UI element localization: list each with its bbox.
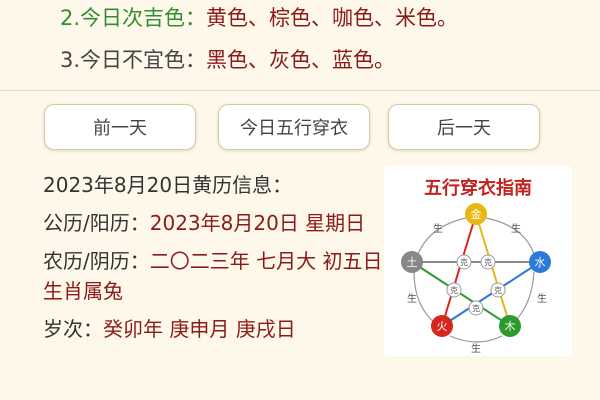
lucky-color-label: 2.今日次吉色：: [60, 6, 207, 30]
sheng-label-3: 生: [471, 342, 481, 355]
next-day-button[interactable]: 后一天: [388, 104, 540, 150]
gregorian-value: 2023年8月20日 星期日: [149, 211, 366, 235]
sheng-label-1: 生: [511, 222, 521, 235]
almanac-title: 2023年8月20日黄历信息：: [43, 173, 293, 197]
prev-day-button[interactable]: 前一天: [44, 104, 196, 150]
unlucky-color-value: 黑色、灰色、蓝色。: [206, 48, 396, 72]
water-node-label: 水: [535, 256, 546, 269]
wood-node-label: 木: [505, 320, 516, 333]
lucky-color-line: 2.今日次吉色：黄色、棕色、咖色、米色。: [60, 4, 458, 32]
gregorian-label: 公历/阳历：: [43, 211, 150, 235]
ke-label-5: 克: [472, 304, 480, 313]
ganzhi-value: 癸卯年 庚申月 庚戌日: [103, 317, 296, 341]
ke-label-3: 克: [450, 286, 458, 295]
today-outfit-button[interactable]: 今日五行穿衣: [218, 104, 370, 150]
sheng-label-2: 生: [537, 292, 547, 305]
ke-label-4: 克: [494, 286, 502, 295]
earth-node-label: 土: [407, 256, 418, 269]
ke-label-1: 克: [460, 258, 468, 267]
unlucky-color-label: 3.今日不宜色：: [60, 48, 207, 72]
gregorian-date: 公历/阳历：2023年8月20日 星期日: [43, 208, 383, 238]
unlucky-color-line: 3.今日不宜色：黑色、灰色、蓝色。: [60, 46, 395, 74]
lunar-label: 农历/阴历：: [43, 249, 150, 273]
fire-node-label: 火: [437, 320, 448, 333]
ganzhi-date: 岁次：癸卯年 庚申月 庚戌日: [43, 314, 383, 344]
lunar-date: 农历/阴历：二〇二三年 七月大 初五日 生肖属兔: [43, 246, 383, 306]
ganzhi-label: 岁次：: [43, 317, 103, 341]
metal-node-label: 金: [471, 207, 482, 221]
five-elements-diagram: 生 生 生 生 生 克 克 克 克 克 金 水 土 火 木: [401, 203, 551, 355]
sheng-label-4: 生: [407, 292, 417, 305]
divider: [0, 90, 600, 91]
almanac-info: 2023年8月20日黄历信息： 公历/阳历：2023年8月20日 星期日 农历/…: [43, 170, 383, 352]
ke-label-2: 克: [484, 258, 492, 267]
lucky-color-value: 黄色、棕色、咖色、米色。: [206, 6, 459, 30]
five-elements-guide-image[interactable]: 五行穿衣指南 生 生 生 生 生 克 克 克 克 克 金 水 土 火 木: [384, 166, 572, 356]
sheng-label-5: 生: [433, 222, 443, 235]
